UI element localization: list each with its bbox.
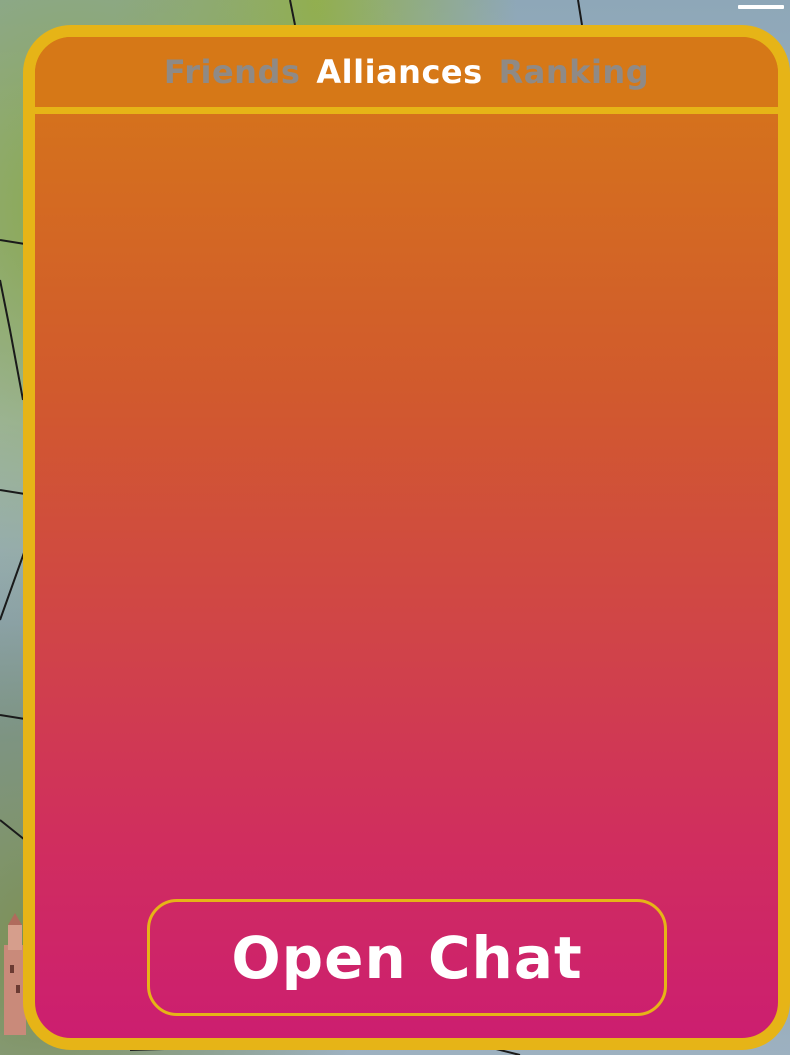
tab-friends[interactable]: Friends: [164, 56, 301, 88]
tab-header: Friends Alliances Ranking: [35, 37, 778, 114]
open-chat-button[interactable]: Open Chat: [147, 899, 667, 1016]
social-panel: Friends Alliances Ranking Open Chat: [23, 25, 790, 1050]
menu-bar-icon[interactable]: [738, 5, 784, 9]
tab-bar: Friends Alliances Ranking: [35, 37, 778, 107]
tab-alliances[interactable]: Alliances: [316, 56, 482, 88]
tab-ranking[interactable]: Ranking: [499, 56, 649, 88]
open-chat-label: Open Chat: [231, 923, 583, 992]
